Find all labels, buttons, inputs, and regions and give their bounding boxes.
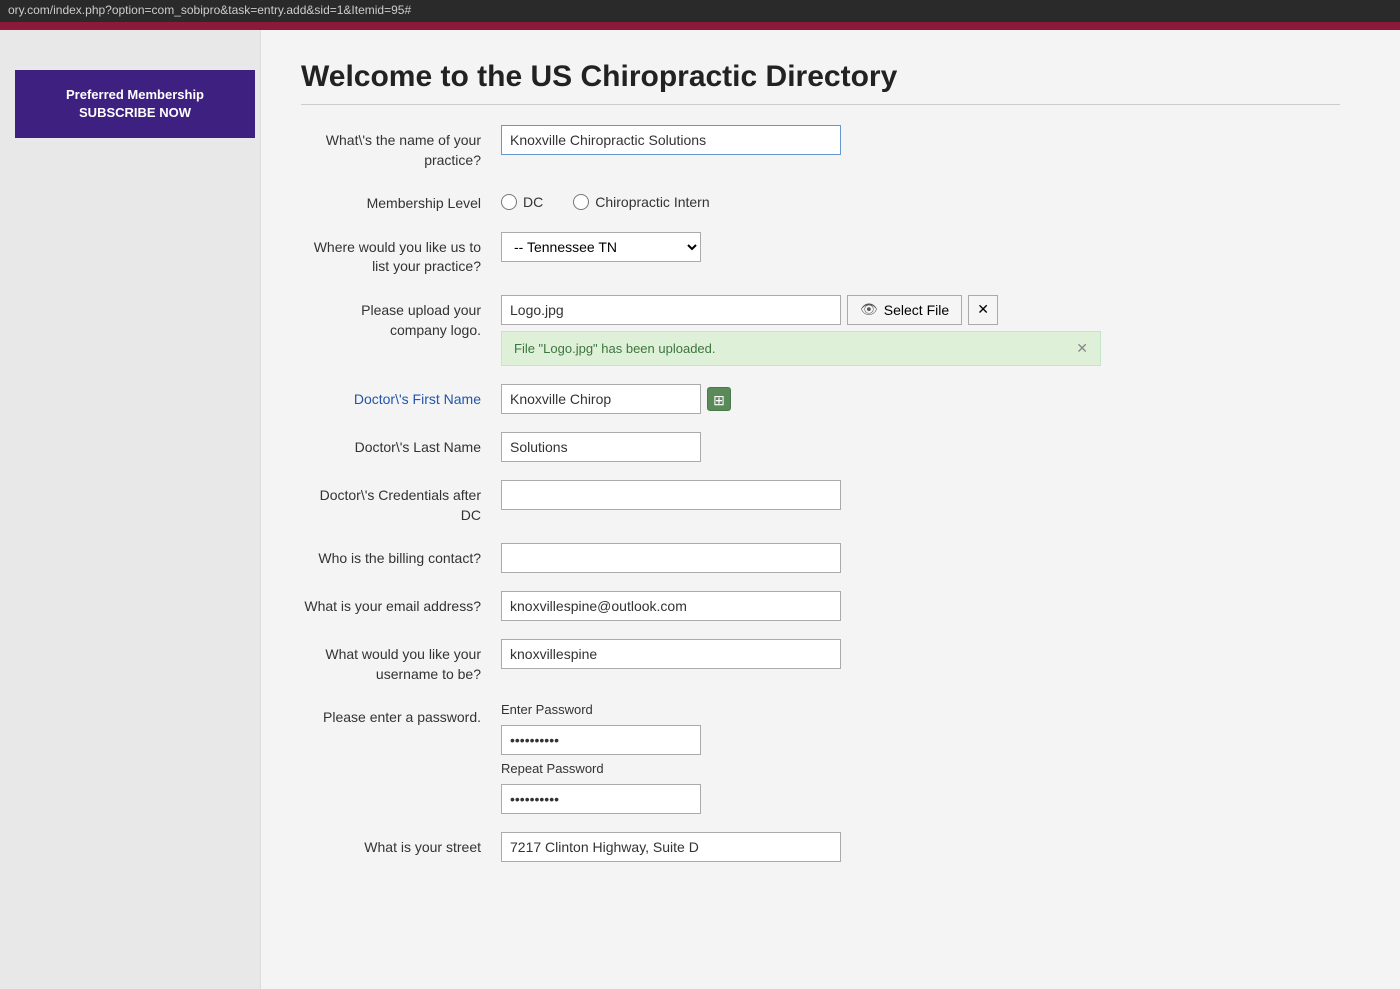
last-name-input[interactable] xyxy=(501,432,701,462)
billing-label: Who is the billing contact? xyxy=(301,543,501,569)
membership-level-field: DC Chiropractic Intern xyxy=(501,188,1101,210)
street-row: What is your street xyxy=(301,832,1340,862)
username-row: What would you like your username to be? xyxy=(301,639,1340,684)
membership-radio-group: DC Chiropractic Intern xyxy=(501,188,1101,210)
repeat-password-input[interactable] xyxy=(501,784,701,814)
password-label: Please enter a password. xyxy=(301,702,501,728)
close-success-button[interactable]: ✕ xyxy=(1076,340,1088,357)
tooltip-icon[interactable]: ⊞ xyxy=(707,387,731,411)
password-input[interactable] xyxy=(501,725,701,755)
practice-name-label: What\'s the name of your practice? xyxy=(301,125,501,170)
location-label: Where would you like us to list your pra… xyxy=(301,232,501,277)
email-input[interactable] xyxy=(501,591,841,621)
practice-name-field xyxy=(501,125,1101,155)
credentials-input[interactable] xyxy=(501,480,841,510)
select-file-button[interactable]: 👁 Select File xyxy=(847,295,962,325)
last-name-row: Doctor\'s Last Name xyxy=(301,432,1340,462)
radio-intern-input[interactable] xyxy=(573,194,589,210)
page-title: Welcome to the US Chiropractic Directory xyxy=(301,60,1340,105)
password-row: Please enter a password. Enter Password … xyxy=(301,702,1340,814)
last-name-field xyxy=(501,432,1101,462)
url-bar: ory.com/index.php?option=com_sobipro&tas… xyxy=(0,0,1400,22)
logo-upload-label: Please upload your company logo. xyxy=(301,295,501,340)
email-row: What is your email address? xyxy=(301,591,1340,621)
practice-name-row: What\'s the name of your practice? xyxy=(301,125,1340,170)
username-field xyxy=(501,639,1101,669)
email-label: What is your email address? xyxy=(301,591,501,617)
first-name-input[interactable] xyxy=(501,384,701,414)
sidebar: Preferred Membership SUBSCRIBE NOW xyxy=(0,30,260,989)
main-content: Welcome to the US Chiropractic Directory… xyxy=(260,30,1400,989)
logo-upload-field: 👁 Select File ✕ File "Logo.jpg" has been… xyxy=(501,295,1101,366)
upload-controls: 👁 Select File ✕ xyxy=(501,295,1101,325)
billing-row: Who is the billing contact? xyxy=(301,543,1340,573)
street-label: What is your street xyxy=(301,832,501,858)
practice-name-input[interactable] xyxy=(501,125,841,155)
state-select[interactable]: -- Tennessee TN xyxy=(501,232,701,262)
radio-dc[interactable]: DC xyxy=(501,194,543,210)
username-input[interactable] xyxy=(501,639,841,669)
top-bar xyxy=(0,22,1400,30)
credentials-field xyxy=(501,480,1101,510)
membership-level-row: Membership Level DC Chiropractic Intern xyxy=(301,188,1340,214)
street-field xyxy=(501,832,1101,862)
logo-upload-row: Please upload your company logo. 👁 Selec… xyxy=(301,295,1340,366)
enter-password-label: Enter Password xyxy=(501,702,1101,717)
credentials-row: Doctor\'s Credentials after DC xyxy=(301,480,1340,525)
first-name-label: Doctor\'s First Name xyxy=(301,384,501,410)
repeat-password-label: Repeat Password xyxy=(501,761,1101,776)
eye-icon: 👁 xyxy=(860,301,878,318)
radio-dc-input[interactable] xyxy=(501,194,517,210)
logo-filename-input[interactable] xyxy=(501,295,841,325)
subscribe-button[interactable]: Preferred Membership SUBSCRIBE NOW xyxy=(15,70,255,138)
radio-intern[interactable]: Chiropractic Intern xyxy=(573,194,709,210)
credentials-label: Doctor\'s Credentials after DC xyxy=(301,480,501,525)
first-name-row: Doctor\'s First Name ⊞ xyxy=(301,384,1340,414)
street-input[interactable] xyxy=(501,832,841,862)
location-field: -- Tennessee TN xyxy=(501,232,1101,262)
email-field xyxy=(501,591,1101,621)
last-name-label: Doctor\'s Last Name xyxy=(301,432,501,458)
password-group: Enter Password Repeat Password xyxy=(501,702,1101,814)
clear-file-button[interactable]: ✕ xyxy=(968,295,998,325)
password-field: Enter Password Repeat Password xyxy=(501,702,1101,814)
upload-success-banner: File "Logo.jpg" has been uploaded. ✕ xyxy=(501,331,1101,366)
membership-level-label: Membership Level xyxy=(301,188,501,214)
first-name-field: ⊞ xyxy=(501,384,1101,414)
billing-field xyxy=(501,543,1101,573)
billing-input[interactable] xyxy=(501,543,841,573)
username-label: What would you like your username to be? xyxy=(301,639,501,684)
location-row: Where would you like us to list your pra… xyxy=(301,232,1340,277)
